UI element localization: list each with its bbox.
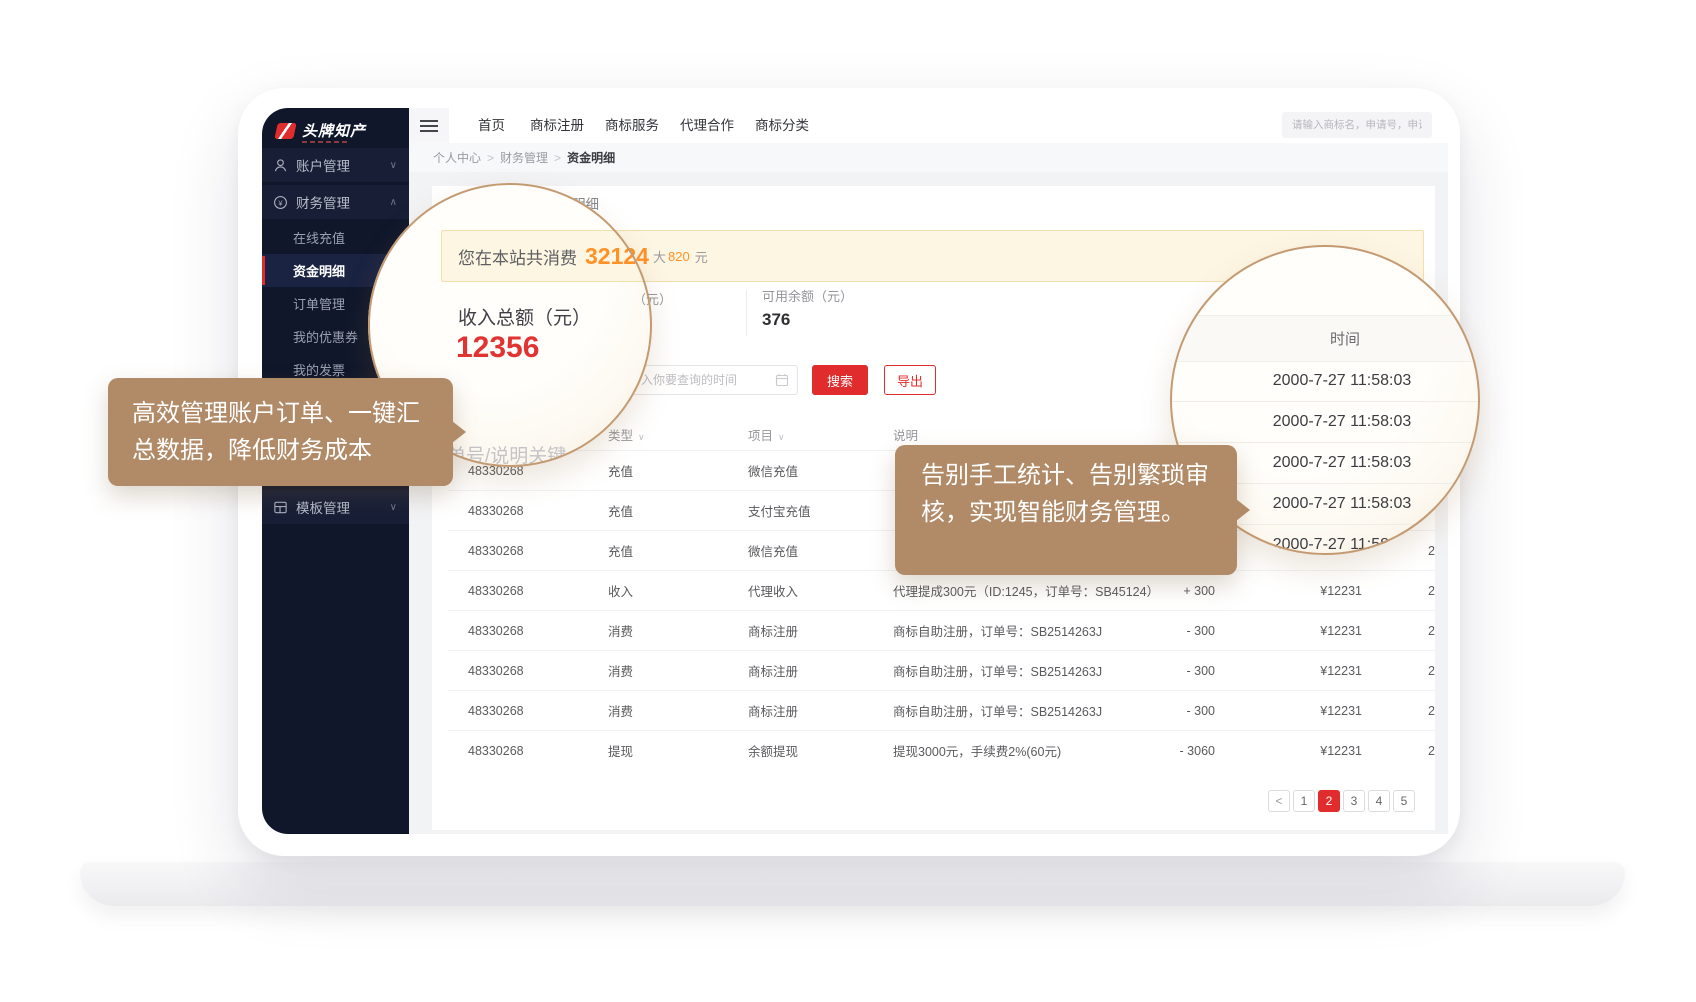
sidebar-child-label: 订单管理 [293, 294, 345, 313]
brand-name: 头牌知产 [302, 120, 366, 141]
search-button[interactable]: 搜索 [812, 365, 868, 395]
svg-text:¥: ¥ [278, 198, 283, 207]
breadcrumb-separator: > [554, 151, 561, 165]
chevron-down-icon: ∨ [390, 160, 397, 171]
breadcrumb-current: 资金明细 [567, 149, 615, 166]
header-desc: 说明 [893, 425, 1155, 444]
row-divider [1170, 442, 1480, 443]
header-type[interactable]: 类型∨ [608, 425, 748, 444]
banner-unit: 元 [695, 247, 708, 266]
search-input[interactable] [1282, 112, 1432, 138]
callout-left: 高效管理账户订单、一键汇总数据，降低财务成本 [108, 378, 453, 486]
pagination-page-4[interactable]: 4 [1368, 790, 1390, 812]
time-column-header: 时间 [1290, 328, 1360, 349]
sort-caret-icon: ∨ [638, 432, 645, 442]
income-total-label: 收入总额（元） [458, 303, 591, 330]
sort-caret-icon: ∨ [778, 432, 785, 442]
sidebar-child-label: 我的优惠券 [293, 327, 358, 346]
coin-icon: ¥ [273, 195, 288, 210]
sidebar-item-online-recharge[interactable]: 在线充值 [262, 221, 409, 254]
banner-amount: 32124 [585, 243, 649, 270]
table-row: 48330268收入 代理收入代理提成300元（ID:1245，订单号：SB45… [448, 570, 1435, 610]
top-search [1282, 112, 1432, 138]
time-column-header-band: 时间 [1170, 315, 1480, 362]
table-row: 48330268消费 商标注册商标自助注册，订单号：SB2514263J - 3… [448, 650, 1435, 690]
expense-label-fragment: （元） [633, 289, 672, 308]
pagination: < 1 2 3 4 5 [1268, 790, 1415, 812]
brand-logo-icon [274, 123, 296, 139]
template-icon [273, 500, 288, 515]
sidebar-item-label: 模板管理 [296, 497, 350, 517]
stats-divider [746, 290, 747, 336]
time-cell-magnified: 2000-7-27 11:58:03 [1170, 413, 1480, 431]
breadcrumb-separator: > [487, 151, 494, 165]
nav-item-trademark-register[interactable]: 商标注册 [530, 108, 584, 143]
income-total-value: 12356 [456, 331, 539, 365]
hamburger-menu-icon[interactable] [420, 120, 438, 135]
top-navbar: 首页 商标注册 商标服务 代理合作 商标分类 [409, 108, 1448, 144]
nav-item-trademark-classes[interactable]: 商标分类 [755, 108, 809, 143]
available-balance-value: 376 [762, 310, 790, 330]
table-row: 48330268消费 商标注册商标自助注册，订单号：SB2514263J - 3… [448, 690, 1435, 730]
banner-tail-char: 大 [653, 247, 666, 266]
brand-tagline-decoration [302, 141, 347, 143]
header-project[interactable]: 项目∨ [748, 425, 893, 444]
pagination-page-5[interactable]: 5 [1393, 790, 1415, 812]
available-balance-label: 可用余额（元） [762, 286, 853, 305]
sidebar-item-template[interactable]: 模板管理 ∨ [262, 490, 409, 524]
sidebar-child-label: 在线充值 [293, 228, 345, 247]
nav-item-agency-cooperation[interactable]: 代理合作 [680, 108, 734, 143]
sidebar-child-label: 我的发票 [293, 360, 345, 379]
sidebar-child-label: 资金明细 [293, 261, 345, 280]
brand-logo[interactable]: 头牌知产 [276, 120, 366, 141]
banner-prefix: 您在本站共消费 [458, 244, 577, 269]
time-cell-magnified: 2000-7-27 11:58:03 [1170, 372, 1480, 390]
chevron-down-icon: ∨ [390, 502, 397, 513]
callout-right: 告别手工统计、告别繁琐审核，实现智能财务管理。 [895, 445, 1237, 575]
nav-item-trademark-services[interactable]: 商标服务 [605, 108, 659, 143]
laptop-base [80, 862, 1625, 906]
banner-tail-value: 820 [668, 249, 690, 264]
user-icon [273, 158, 288, 173]
table-row: 48330268消费 商标注册商标自助注册，订单号：SB2514263J - 3… [448, 610, 1435, 650]
page: 头牌知产 账户管理 ∨ ¥ 财务管理 ∧ 在线充值 资金明细 [0, 0, 1696, 1002]
sidebar-item-label: 财务管理 [296, 192, 350, 212]
breadcrumb-finance[interactable]: 财务管理 [500, 149, 548, 166]
breadcrumb: 个人中心 > 财务管理 > 资金明细 [409, 143, 1448, 172]
pagination-prev-button[interactable]: < [1268, 790, 1290, 812]
breadcrumb-personal-center[interactable]: 个人中心 [433, 149, 481, 166]
pagination-page-2-active[interactable]: 2 [1318, 790, 1340, 812]
sidebar-item-label: 账户管理 [296, 155, 350, 175]
row-divider [1170, 401, 1480, 402]
nav-item-home[interactable]: 首页 [478, 108, 505, 143]
pagination-page-1[interactable]: 1 [1293, 790, 1315, 812]
table-row: 48330268提现 余额提现提现3000元，手续费2%(60元) - 3060… [448, 730, 1435, 770]
sidebar-item-finance[interactable]: ¥ 财务管理 ∧ [262, 185, 409, 219]
chevron-up-icon: ∧ [390, 197, 397, 208]
pagination-page-3[interactable]: 3 [1343, 790, 1365, 812]
export-button[interactable]: 导出 [884, 365, 936, 395]
sidebar-item-account[interactable]: 账户管理 ∨ [262, 148, 409, 182]
calendar-icon[interactable] [775, 373, 789, 387]
